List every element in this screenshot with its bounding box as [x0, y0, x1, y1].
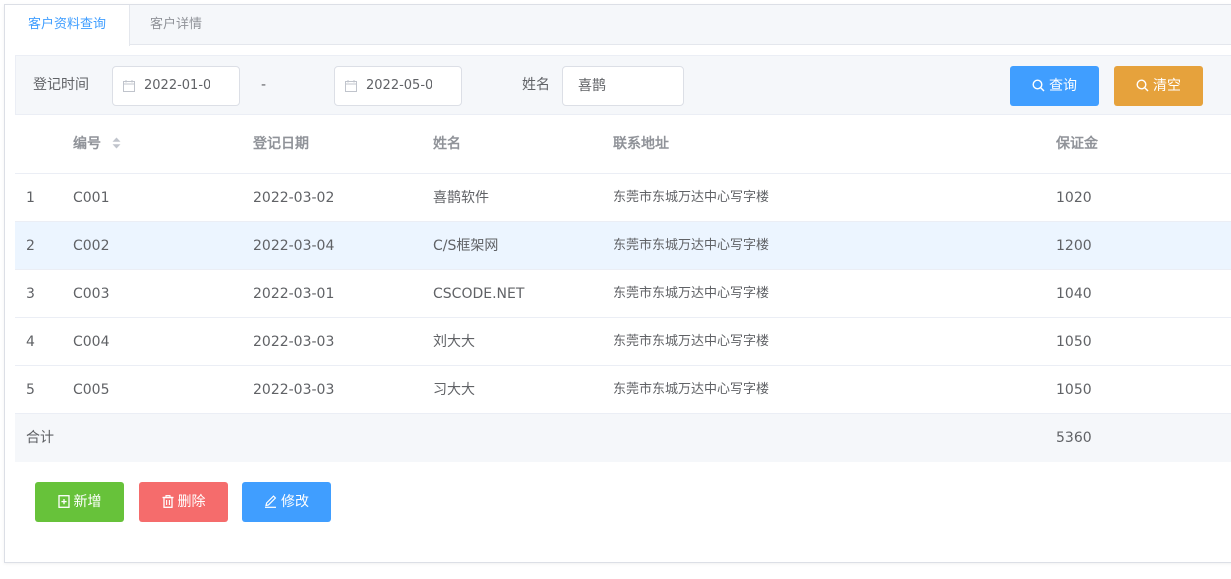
- date-from-picker[interactable]: 2022-01-0: [112, 66, 240, 106]
- date-separator: -: [261, 77, 267, 93]
- calendar-icon: [123, 80, 135, 92]
- table-row[interactable]: 2 C002 2022-03-04 C/S框架网 东莞市东城万达中心写字楼 12…: [15, 222, 1231, 270]
- cell-name: 习大大: [433, 382, 475, 398]
- column-header-deposit[interactable]: 保证金: [1056, 115, 1098, 174]
- calendar-icon: [345, 80, 357, 92]
- cell-code: C005: [73, 382, 110, 398]
- cell-date: 2022-03-01: [253, 286, 335, 302]
- summary-label: 合计: [26, 430, 54, 446]
- clear-button[interactable]: 清空: [1114, 66, 1203, 106]
- add-button[interactable]: 新增: [35, 482, 124, 522]
- tab-customer-query[interactable]: 客户资料查询: [5, 5, 130, 46]
- row-index: 4: [26, 334, 35, 350]
- cell-name: 喜鹊软件: [433, 190, 489, 206]
- cell-date: 2022-03-03: [253, 334, 335, 350]
- table-row[interactable]: 5 C005 2022-03-03 习大大 东莞市东城万达中心写字楼 1050: [15, 366, 1231, 414]
- cell-address: 东莞市东城万达中心写字楼: [613, 238, 770, 253]
- cell-deposit: 1050: [1056, 334, 1092, 350]
- filter-bar: 登记时间 2022-01-0 - 2022-05-0 姓名 喜鹊 查询 清空: [15, 55, 1231, 115]
- date-to-value: 2022-05-0: [366, 78, 432, 93]
- tab-customer-detail[interactable]: 客户详情: [130, 5, 222, 45]
- row-index: 1: [26, 190, 35, 206]
- summary-row: 合计 5360: [15, 414, 1231, 462]
- column-header-code-label: 编号: [73, 136, 101, 152]
- cell-address: 东莞市东城万达中心写字楼: [613, 334, 770, 349]
- column-header-code[interactable]: 编号: [73, 115, 121, 174]
- edit-button-label: 修改: [281, 494, 309, 510]
- row-index: 3: [26, 286, 35, 302]
- date-from-value: 2022-01-0: [144, 78, 210, 93]
- add-button-label: 新增: [73, 494, 102, 510]
- cell-date: 2022-03-02: [253, 190, 335, 206]
- delete-button-label: 删除: [177, 494, 206, 510]
- pencil-icon: [265, 494, 277, 508]
- table-row[interactable]: 1 C001 2022-03-02 喜鹊软件 东莞市东城万达中心写字楼 1020: [15, 174, 1231, 222]
- cell-deposit: 1200: [1056, 238, 1092, 254]
- name-input[interactable]: 喜鹊: [562, 66, 684, 106]
- row-index: 5: [26, 382, 35, 398]
- cell-deposit: 1020: [1056, 190, 1092, 206]
- cell-name: CSCODE.NET: [433, 286, 525, 302]
- tab-bar: 客户资料查询 客户详情: [5, 5, 1231, 46]
- customer-table: 编号 登记日期 姓名 联系地址 保证金 1 C001 2022-03-02 喜鹊…: [15, 115, 1231, 462]
- cell-code: C004: [73, 334, 110, 350]
- cell-code: C003: [73, 286, 110, 302]
- row-index: 2: [26, 238, 35, 254]
- column-header-date[interactable]: 登记日期: [253, 115, 309, 174]
- cell-address: 东莞市东城万达中心写字楼: [613, 190, 770, 205]
- delete-button[interactable]: 删除: [139, 482, 228, 522]
- cell-name: 刘大大: [433, 334, 475, 350]
- cell-address: 东莞市东城万达中心写字楼: [613, 286, 770, 301]
- column-header-name[interactable]: 姓名: [433, 115, 461, 174]
- name-label: 姓名: [522, 77, 550, 93]
- cell-deposit: 1050: [1056, 382, 1092, 398]
- trash-icon: [162, 494, 173, 508]
- edit-button[interactable]: 修改: [242, 482, 331, 522]
- search-icon: [1136, 78, 1149, 91]
- table-row[interactable]: 4 C004 2022-03-03 刘大大 东莞市东城万达中心写字楼 1050: [15, 318, 1231, 366]
- add-file-icon: [57, 494, 70, 508]
- cell-date: 2022-03-04: [253, 238, 335, 254]
- date-to-picker[interactable]: 2022-05-0: [334, 66, 462, 106]
- cell-code: C002: [73, 238, 110, 254]
- table-header: 编号 登记日期 姓名 联系地址 保证金: [15, 115, 1231, 174]
- search-icon: [1032, 78, 1045, 91]
- clear-button-label: 清空: [1153, 78, 1181, 94]
- cell-code: C001: [73, 190, 110, 206]
- sort-icon[interactable]: [112, 137, 121, 149]
- cell-date: 2022-03-03: [253, 382, 335, 398]
- query-button[interactable]: 查询: [1010, 66, 1099, 106]
- cell-name: C/S框架网: [433, 238, 499, 254]
- query-button-label: 查询: [1049, 78, 1077, 94]
- date-label: 登记时间: [33, 77, 89, 93]
- cell-deposit: 1040: [1056, 286, 1092, 302]
- summary-deposit: 5360: [1056, 430, 1092, 446]
- table-row[interactable]: 3 C003 2022-03-01 CSCODE.NET 东莞市东城万达中心写字…: [15, 270, 1231, 318]
- column-header-address[interactable]: 联系地址: [613, 115, 669, 174]
- cell-address: 东莞市东城万达中心写字楼: [613, 382, 770, 397]
